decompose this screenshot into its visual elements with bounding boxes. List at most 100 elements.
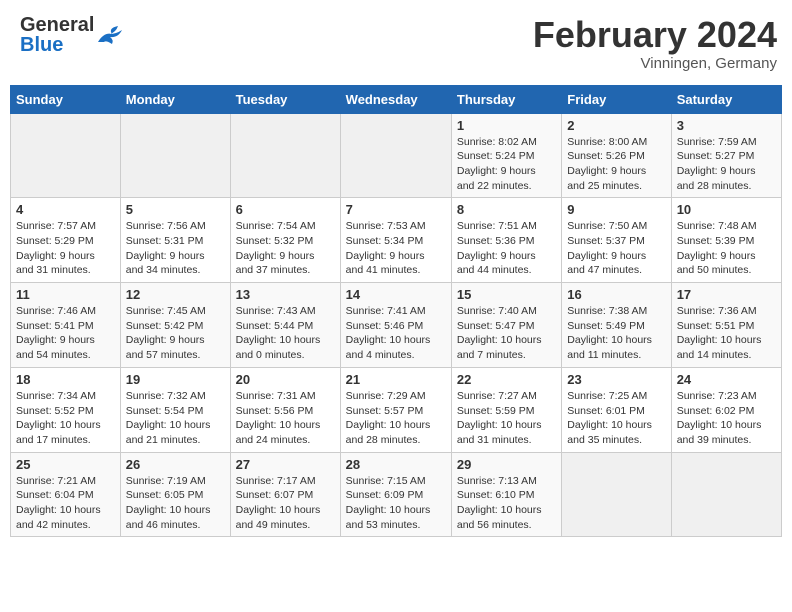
calendar-week-1: 1Sunrise: 8:02 AMSunset: 5:24 PMDaylight… [11,113,782,198]
day-number: 24 [677,372,776,387]
day-number: 19 [126,372,225,387]
logo-bird-icon [96,24,124,46]
day-number: 25 [16,457,115,472]
day-info: Sunrise: 7:41 AMSunset: 5:46 PMDaylight:… [346,304,446,363]
day-number: 10 [677,202,776,217]
calendar-cell: 18Sunrise: 7:34 AMSunset: 5:52 PMDayligh… [11,367,121,452]
day-number: 2 [567,118,665,133]
calendar-cell: 8 Sunrise: 7:51 AMSunset: 5:36 PMDaylight… [451,198,561,283]
calendar-cell: 3Sunrise: 7:59 AMSunset: 5:27 PMDaylight… [671,113,781,198]
month-title: February 2024 [533,15,777,55]
calendar-table: SundayMondayTuesdayWednesdayThursdayFrid… [10,85,782,538]
calendar-cell [340,113,451,198]
calendar-cell [230,113,340,198]
day-info: Sunrise: 7:53 AMSunset: 5:34 PMDaylight:… [346,219,446,278]
day-info: Sunrise: 7:38 AMSunset: 5:49 PMDaylight:… [567,304,665,363]
calendar-cell: 25 Sunrise: 7:21 AMSunset: 6:04 PMDayligh… [11,452,121,537]
day-info: Sunrise: 7:13 AMSunset: 6:10 PMDaylight:… [457,474,556,533]
calendar-week-4: 18Sunrise: 7:34 AMSunset: 5:52 PMDayligh… [11,367,782,452]
calendar-body: 1Sunrise: 8:02 AMSunset: 5:24 PMDaylight… [11,113,782,537]
calendar-cell: 11 Sunrise: 7:46 AMSunset: 5:41 PMDayligh… [11,283,121,368]
day-number: 23 [567,372,665,387]
day-number: 13 [236,287,335,302]
weekday-header-sunday: Sunday [11,85,121,113]
day-number: 9 [567,202,665,217]
calendar-cell [671,452,781,537]
day-info: Sunrise: 7:19 AMSunset: 6:05 PMDaylight:… [126,474,225,533]
day-number: 8 [457,202,556,217]
day-number: 7 [346,202,446,217]
logo-general-text: General [20,15,94,35]
day-info: Sunrise: 7:32 AMSunset: 5:54 PMDaylight:… [126,389,225,448]
calendar-cell: 23Sunrise: 7:25 AMSunset: 6:01 PMDayligh… [562,367,671,452]
weekday-header-monday: Monday [120,85,230,113]
calendar-cell: 27Sunrise: 7:17 AMSunset: 6:07 PMDayligh… [230,452,340,537]
logo: General Blue [20,15,124,55]
calendar-cell: 9 Sunrise: 7:50 AMSunset: 5:37 PMDaylight… [562,198,671,283]
day-info: Sunrise: 7:57 AMSunset: 5:29 PMDaylight:… [16,219,115,278]
calendar-cell: 29 Sunrise: 7:13 AMSunset: 6:10 PMDayligh… [451,452,561,537]
day-info: Sunrise: 7:29 AMSunset: 5:57 PMDaylight:… [346,389,446,448]
day-info: Sunrise: 7:31 AMSunset: 5:56 PMDaylight:… [236,389,335,448]
calendar-cell: 14Sunrise: 7:41 AMSunset: 5:46 PMDayligh… [340,283,451,368]
calendar-cell: 6 Sunrise: 7:54 AMSunset: 5:32 PMDaylight… [230,198,340,283]
day-number: 29 [457,457,556,472]
calendar-cell [120,113,230,198]
day-number: 3 [677,118,776,133]
calendar-header: SundayMondayTuesdayWednesdayThursdayFrid… [11,85,782,113]
day-info: Sunrise: 7:50 AMSunset: 5:37 PMDaylight:… [567,219,665,278]
day-info: Sunrise: 7:15 AMSunset: 6:09 PMDaylight:… [346,474,446,533]
day-number: 16 [567,287,665,302]
day-number: 28 [346,457,446,472]
day-info: Sunrise: 7:48 AMSunset: 5:39 PMDaylight:… [677,219,776,278]
day-number: 6 [236,202,335,217]
calendar-cell: 15 Sunrise: 7:40 AMSunset: 5:47 PMDayligh… [451,283,561,368]
day-info: Sunrise: 7:46 AMSunset: 5:41 PMDaylight:… [16,304,115,363]
calendar-cell [11,113,121,198]
day-info: Sunrise: 7:56 AMSunset: 5:31 PMDaylight:… [126,219,225,278]
day-number: 18 [16,372,115,387]
day-number: 15 [457,287,556,302]
weekday-row: SundayMondayTuesdayWednesdayThursdayFrid… [11,85,782,113]
title-block: February 2024 Vinningen, Germany [533,15,777,72]
calendar-cell: 26 Sunrise: 7:19 AMSunset: 6:05 PMDayligh… [120,452,230,537]
calendar-cell [562,452,671,537]
day-info: Sunrise: 7:40 AMSunset: 5:47 PMDaylight:… [457,304,556,363]
day-info: Sunrise: 7:45 AMSunset: 5:42 PMDaylight:… [126,304,225,363]
weekday-header-wednesday: Wednesday [340,85,451,113]
calendar-cell: 17Sunrise: 7:36 AMSunset: 5:51 PMDayligh… [671,283,781,368]
day-info: Sunrise: 7:21 AMSunset: 6:04 PMDaylight:… [16,474,115,533]
day-number: 5 [126,202,225,217]
calendar-cell: 16 Sunrise: 7:38 AMSunset: 5:49 PMDayligh… [562,283,671,368]
day-number: 12 [126,287,225,302]
day-info: Sunrise: 8:00 AMSunset: 5:26 PMDaylight:… [567,135,665,194]
calendar-cell: 28 Sunrise: 7:15 AMSunset: 6:09 PMDayligh… [340,452,451,537]
calendar-cell: 7 Sunrise: 7:53 AMSunset: 5:34 PMDaylight… [340,198,451,283]
calendar-week-2: 4 Sunrise: 7:57 AMSunset: 5:29 PMDaylight… [11,198,782,283]
logo-blue-text: Blue [20,35,94,55]
weekday-header-saturday: Saturday [671,85,781,113]
day-number: 11 [16,287,115,302]
day-info: Sunrise: 7:51 AMSunset: 5:36 PMDaylight:… [457,219,556,278]
day-number: 20 [236,372,335,387]
weekday-header-tuesday: Tuesday [230,85,340,113]
weekday-header-thursday: Thursday [451,85,561,113]
day-info: Sunrise: 7:23 AMSunset: 6:02 PMDaylight:… [677,389,776,448]
calendar-week-5: 25 Sunrise: 7:21 AMSunset: 6:04 PMDayligh… [11,452,782,537]
day-number: 4 [16,202,115,217]
calendar-cell: 2 Sunrise: 8:00 AMSunset: 5:26 PMDaylight… [562,113,671,198]
calendar-cell: 21 Sunrise: 7:29 AMSunset: 5:57 PMDayligh… [340,367,451,452]
calendar-week-3: 11 Sunrise: 7:46 AMSunset: 5:41 PMDayligh… [11,283,782,368]
calendar-cell: 10 Sunrise: 7:48 AMSunset: 5:39 PMDayligh… [671,198,781,283]
day-number: 26 [126,457,225,472]
day-number: 1 [457,118,556,133]
day-number: 27 [236,457,335,472]
day-number: 21 [346,372,446,387]
day-number: 17 [677,287,776,302]
day-number: 22 [457,372,556,387]
calendar-cell: 13Sunrise: 7:43 AMSunset: 5:44 PMDayligh… [230,283,340,368]
calendar-cell: 5 Sunrise: 7:56 AMSunset: 5:31 PMDaylight… [120,198,230,283]
calendar-cell: 4 Sunrise: 7:57 AMSunset: 5:29 PMDaylight… [11,198,121,283]
day-info: Sunrise: 7:54 AMSunset: 5:32 PMDaylight:… [236,219,335,278]
calendar-cell: 1Sunrise: 8:02 AMSunset: 5:24 PMDaylight… [451,113,561,198]
